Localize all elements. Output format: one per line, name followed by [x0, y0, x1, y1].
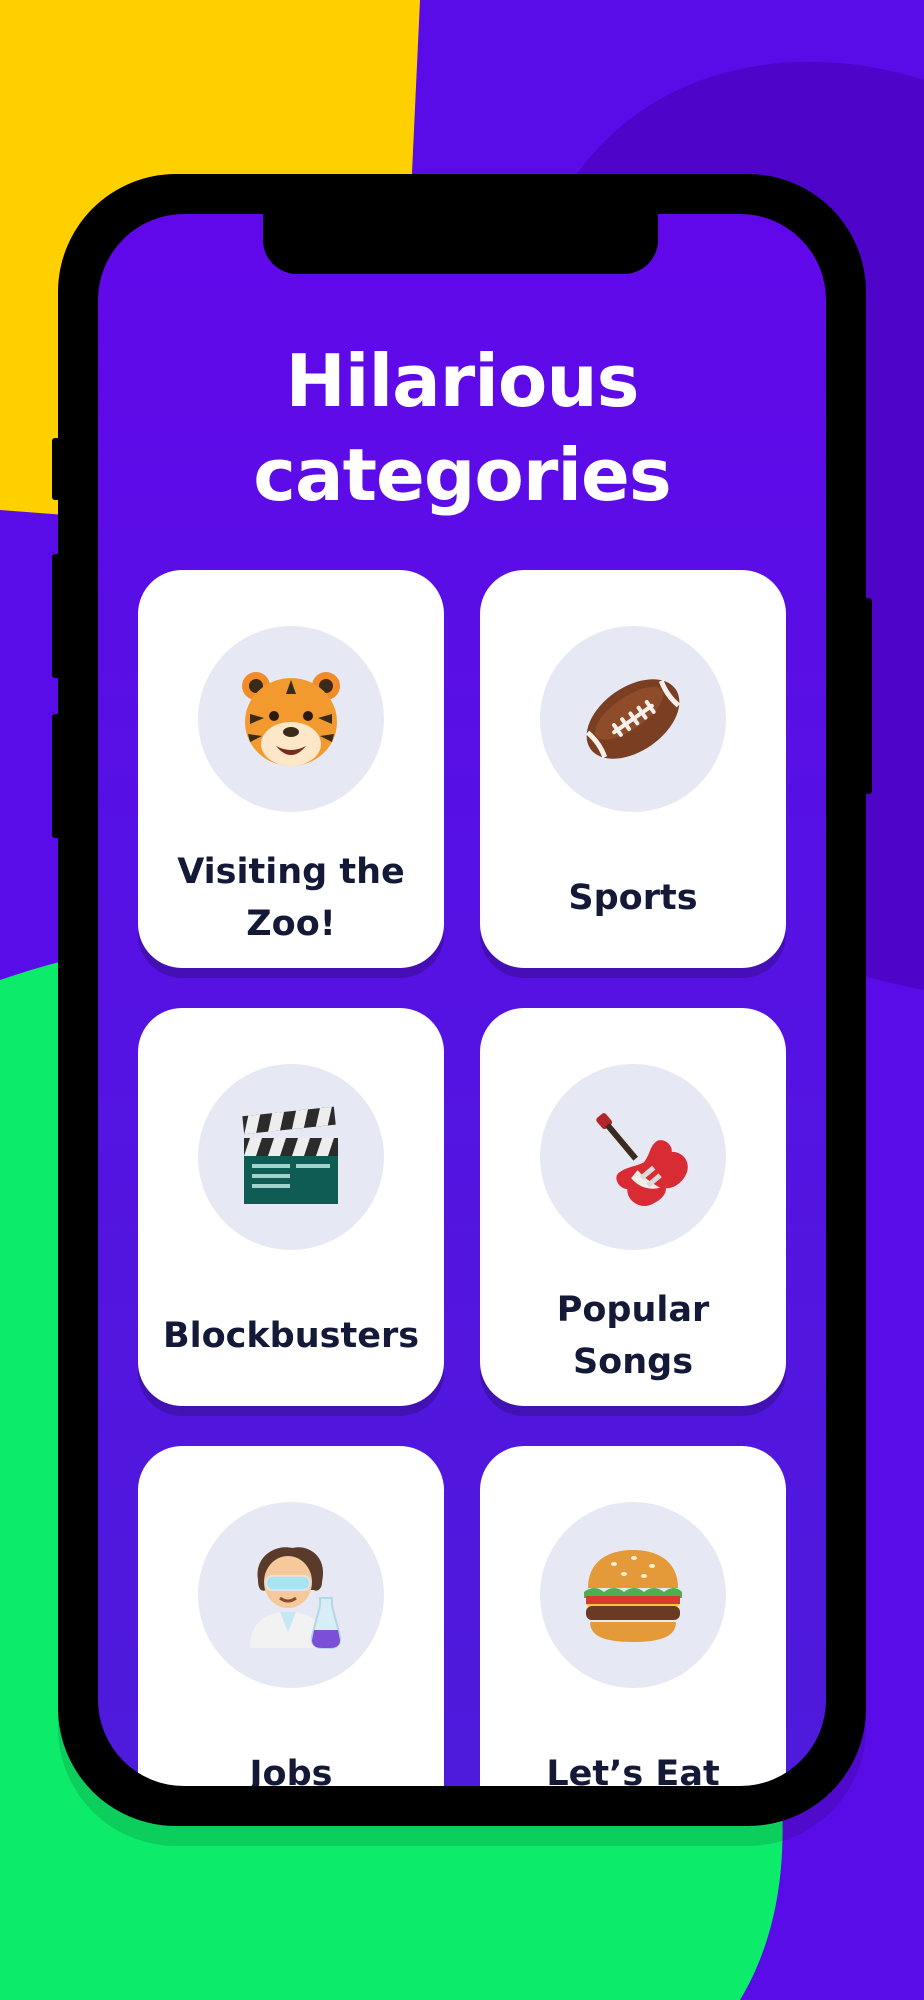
electric-guitar-icon — [596, 1113, 688, 1207]
power-button — [864, 598, 872, 794]
category-card-zoo[interactable]: Visiting the Zoo! — [138, 570, 444, 968]
volume-down-button — [52, 714, 60, 838]
category-label: Jobs — [148, 1748, 434, 1786]
category-label-line-1: Let’s Eat — [546, 1754, 720, 1786]
category-label: Sports — [490, 872, 776, 924]
tiger-face-icon — [242, 672, 340, 766]
category-card-lets-eat[interactable]: Let’s Eat — [480, 1446, 786, 1786]
category-label: Visiting the Zoo! — [148, 846, 434, 950]
icon-circle — [540, 626, 726, 812]
page-title-line-2: categories — [253, 433, 671, 517]
page-title-line-1: Hilarious — [285, 339, 640, 423]
phone-screen: Hilarious categories Visiting the Zoo! S… — [98, 214, 826, 1786]
phone-mockup: Hilarious categories Visiting the Zoo! S… — [52, 174, 872, 1826]
category-label-line-1: Sports — [568, 878, 698, 918]
icon-circle — [198, 626, 384, 812]
category-label-line-1: Popular — [556, 1290, 710, 1330]
icon-circle — [198, 1502, 384, 1688]
category-card-sports[interactable]: Sports — [480, 570, 786, 968]
category-label-line-1: Visiting the — [177, 852, 405, 892]
category-card-jobs[interactable]: Jobs — [138, 1446, 444, 1786]
category-card-popular-songs[interactable]: Popular Songs — [480, 1008, 786, 1406]
page-title: Hilarious categories — [98, 334, 826, 522]
category-label-line-1: Blockbusters — [162, 1316, 420, 1356]
hamburger-icon — [584, 1550, 682, 1642]
american-football-icon — [585, 679, 681, 759]
category-label-line-1: Jobs — [249, 1754, 333, 1786]
scientist-icon — [250, 1547, 342, 1649]
mute-switch — [52, 438, 60, 500]
category-label: Blockbusters — [148, 1310, 434, 1362]
volume-up-button — [52, 554, 60, 678]
icon-circle — [198, 1064, 384, 1250]
icon-circle — [540, 1502, 726, 1688]
category-label: Let’s Eat — [490, 1748, 776, 1786]
clapper-board-icon — [242, 1106, 338, 1204]
phone-notch — [263, 214, 658, 274]
category-label-line-2: Zoo! — [246, 904, 336, 944]
category-label: Popular Songs — [490, 1284, 776, 1388]
category-label-line-2: Songs — [572, 1342, 694, 1382]
icon-circle — [540, 1064, 726, 1250]
category-card-blockbusters[interactable]: Blockbusters — [138, 1008, 444, 1406]
